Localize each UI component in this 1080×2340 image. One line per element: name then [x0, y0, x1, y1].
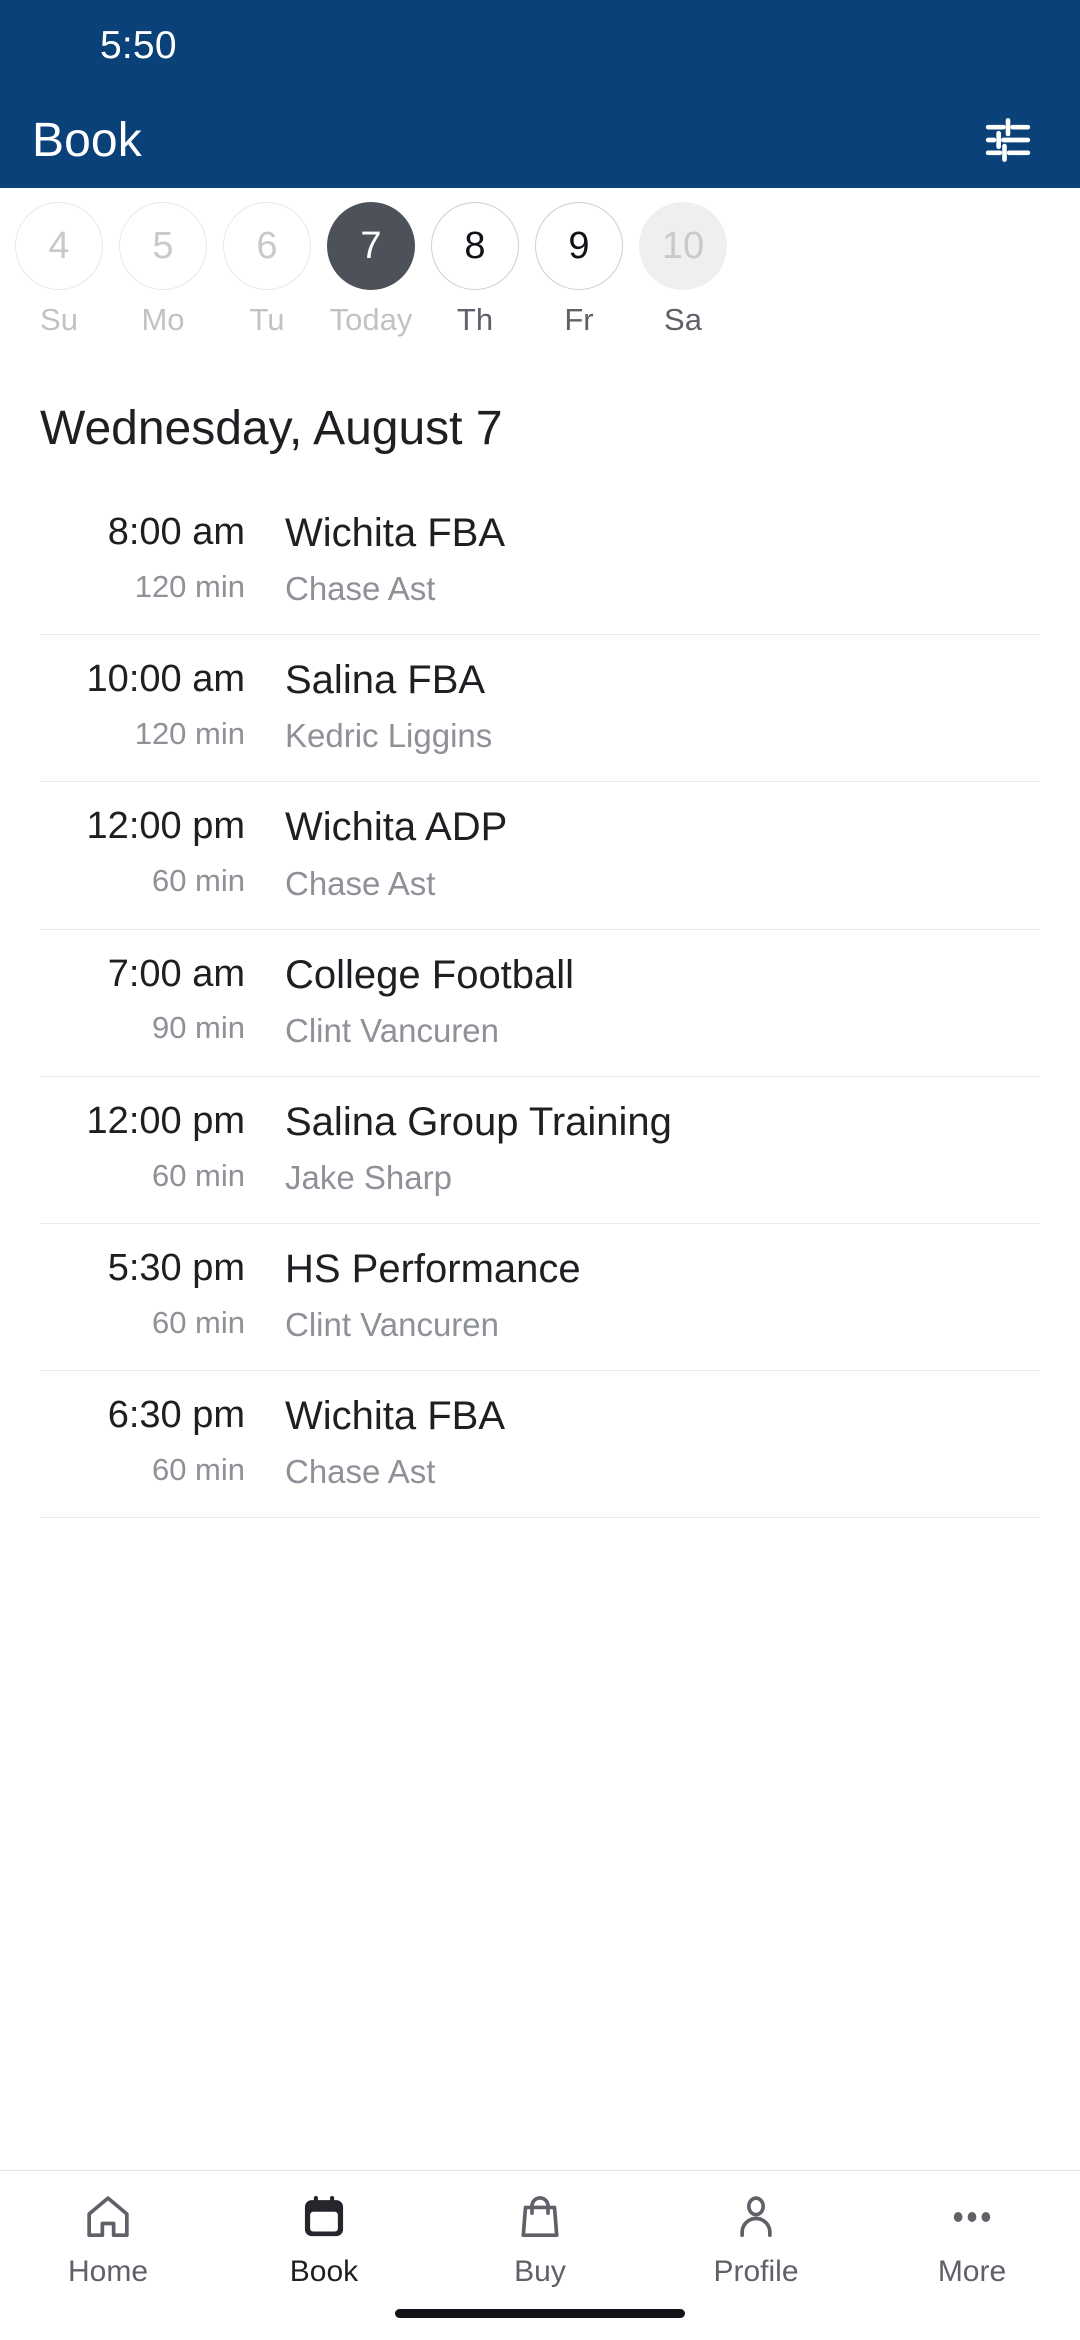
date-cell-9[interactable]: 9 Fr [527, 202, 631, 338]
date-weekday-label: Tu [249, 302, 285, 337]
appointment-title: Wichita ADP [285, 805, 508, 850]
status-bar-clock: 5:50 [100, 24, 177, 67]
appointment-time: 5:30 pm [107, 1246, 245, 1289]
date-circle[interactable]: 6 [223, 202, 311, 290]
appointment-row[interactable]: 6:30 pm 60 min Wichita FBA Chase Ast [40, 1371, 1040, 1519]
app-screen: 5:50 Book 4 Su 5 Mo 6 Tu 7 Today 8 Th 9 … [0, 0, 1080, 2340]
bag-icon [514, 2191, 566, 2243]
date-circle-selected[interactable]: 7 [327, 202, 415, 290]
date-cell-10[interactable]: 10 Sa [631, 202, 735, 338]
appointment-instructor: Clint Vancuren [285, 1306, 500, 1344]
appointment-time: 8:00 am [107, 511, 245, 553]
status-bar: 5:50 [0, 0, 1080, 92]
appointment-time-column: 12:00 pm 60 min [40, 1099, 245, 1194]
nav-label: More [937, 2255, 1007, 2288]
nav-item-more[interactable]: More [864, 2191, 1080, 2289]
tune-icon[interactable] [980, 112, 1036, 168]
appointment-time-column: 8:00 am 120 min [40, 510, 245, 605]
appointment-title: College Football [285, 952, 575, 997]
app-bar: Book [0, 92, 1080, 188]
date-circle[interactable]: 5 [119, 202, 207, 290]
date-weekday-label: Mo [141, 302, 185, 337]
date-cell-6[interactable]: 6 Tu [215, 202, 319, 338]
page-title: Book [32, 113, 142, 167]
home-indicator[interactable] [395, 2309, 685, 2318]
appointment-duration: 90 min [151, 1010, 245, 1046]
appointment-time-column: 6:30 pm 60 min [40, 1393, 245, 1488]
appointment-detail-column: College Football Clint Vancuren [245, 952, 1040, 1050]
nav-item-profile[interactable]: Profile [648, 2191, 864, 2289]
calendar-icon [298, 2191, 350, 2243]
nav-item-book[interactable]: Book [216, 2191, 432, 2289]
appointment-detail-column: Salina FBA Kedric Liggins [245, 657, 1040, 755]
date-circle[interactable]: 8 [431, 202, 519, 290]
appointment-detail-column: Wichita FBA Chase Ast [245, 1393, 1040, 1491]
date-weekday-label: Today [329, 302, 413, 337]
appointment-title: HS Performance [285, 1246, 581, 1291]
appointment-title: Salina FBA [285, 658, 486, 703]
appointment-detail-column: HS Performance Clint Vancuren [245, 1246, 1040, 1344]
appointment-time-column: 10:00 am 120 min [40, 657, 245, 752]
date-weekday-label: Su [40, 302, 78, 337]
appointment-duration: 120 min [134, 716, 245, 752]
appointment-duration: 60 min [151, 1304, 245, 1340]
appointment-detail-column: Salina Group Training Jake Sharp [245, 1099, 1040, 1197]
appointment-instructor: Kedric Liggins [285, 717, 493, 755]
nav-label: Book [289, 2255, 359, 2288]
appointment-row[interactable]: 10:00 am 120 min Salina FBA Kedric Liggi… [40, 635, 1040, 783]
date-weekday-label: Sa [664, 302, 702, 337]
appointment-instructor: Chase Ast [285, 864, 436, 902]
nav-label: Home [67, 2255, 149, 2288]
appointment-detail-column: Wichita ADP Chase Ast [245, 804, 1040, 902]
appointment-duration: 60 min [151, 1451, 245, 1487]
appointment-row[interactable]: 7:00 am 90 min College Football Clint Va… [40, 930, 1040, 1077]
nav-item-buy[interactable]: Buy [432, 2191, 648, 2289]
top-bar: 5:50 Book [0, 0, 1080, 188]
date-weekday-label: Fr [564, 302, 594, 337]
appointment-time: 10:00 am [86, 658, 245, 701]
appointment-time: 6:30 pm [107, 1394, 245, 1437]
date-cell-7-today[interactable]: 7 Today [319, 202, 423, 338]
date-circle[interactable]: 4 [15, 202, 103, 290]
date-cell-5[interactable]: 5 Mo [111, 202, 215, 338]
appointment-time: 7:00 am [107, 952, 245, 995]
date-weekday-label: Th [456, 302, 494, 337]
appointment-time: 12:00 pm [86, 805, 245, 848]
appointment-instructor: Clint Vancuren [285, 1011, 500, 1049]
nav-label: Buy [514, 2255, 566, 2288]
appointment-duration: 60 min [151, 863, 245, 899]
date-cell-8[interactable]: 8 Th [423, 202, 527, 338]
ellipsis-icon [946, 2191, 998, 2243]
appointment-detail-column: Wichita FBA Chase Ast [245, 510, 1040, 608]
appointment-instructor: Chase Ast [285, 1453, 436, 1491]
appointment-time-column: 12:00 pm 60 min [40, 804, 245, 899]
date-circle[interactable]: 9 [535, 202, 623, 290]
appointment-row[interactable]: 12:00 pm 60 min Wichita ADP Chase Ast [40, 782, 1040, 930]
date-cell-4[interactable]: 4 Su [7, 202, 111, 338]
appointment-duration: 60 min [151, 1157, 245, 1193]
house-icon [82, 2191, 134, 2243]
appointment-time-column: 7:00 am 90 min [40, 952, 245, 1047]
selected-day-heading: Wednesday, August 7 [40, 401, 503, 455]
appointment-instructor: Jake Sharp [285, 1158, 452, 1196]
appointment-title: Wichita FBA [285, 511, 506, 555]
appointment-row[interactable]: 5:30 pm 60 min HS Performance Clint Vanc… [40, 1224, 1040, 1372]
appointment-instructor: Chase Ast [285, 570, 436, 608]
appointment-time: 12:00 pm [86, 1099, 245, 1142]
appointment-list[interactable]: 8:00 am 120 min Wichita FBA Chase Ast 10… [0, 488, 1080, 2170]
date-strip[interactable]: 4 Su 5 Mo 6 Tu 7 Today 8 Th 9 Fr 10 Sa [0, 188, 1080, 368]
appointment-time-column: 5:30 pm 60 min [40, 1246, 245, 1341]
person-icon [730, 2191, 782, 2243]
appointment-title: Salina Group Training [285, 1099, 672, 1144]
date-circle[interactable]: 10 [639, 202, 727, 290]
appointment-row[interactable]: 8:00 am 120 min Wichita FBA Chase Ast [40, 488, 1040, 636]
appointment-duration: 120 min [134, 568, 245, 604]
nav-item-home[interactable]: Home [0, 2191, 216, 2289]
appointment-title: Wichita FBA [285, 1394, 506, 1439]
appointment-row[interactable]: 12:00 pm 60 min Salina Group Training Ja… [40, 1077, 1040, 1224]
nav-label: Profile [713, 2255, 799, 2288]
